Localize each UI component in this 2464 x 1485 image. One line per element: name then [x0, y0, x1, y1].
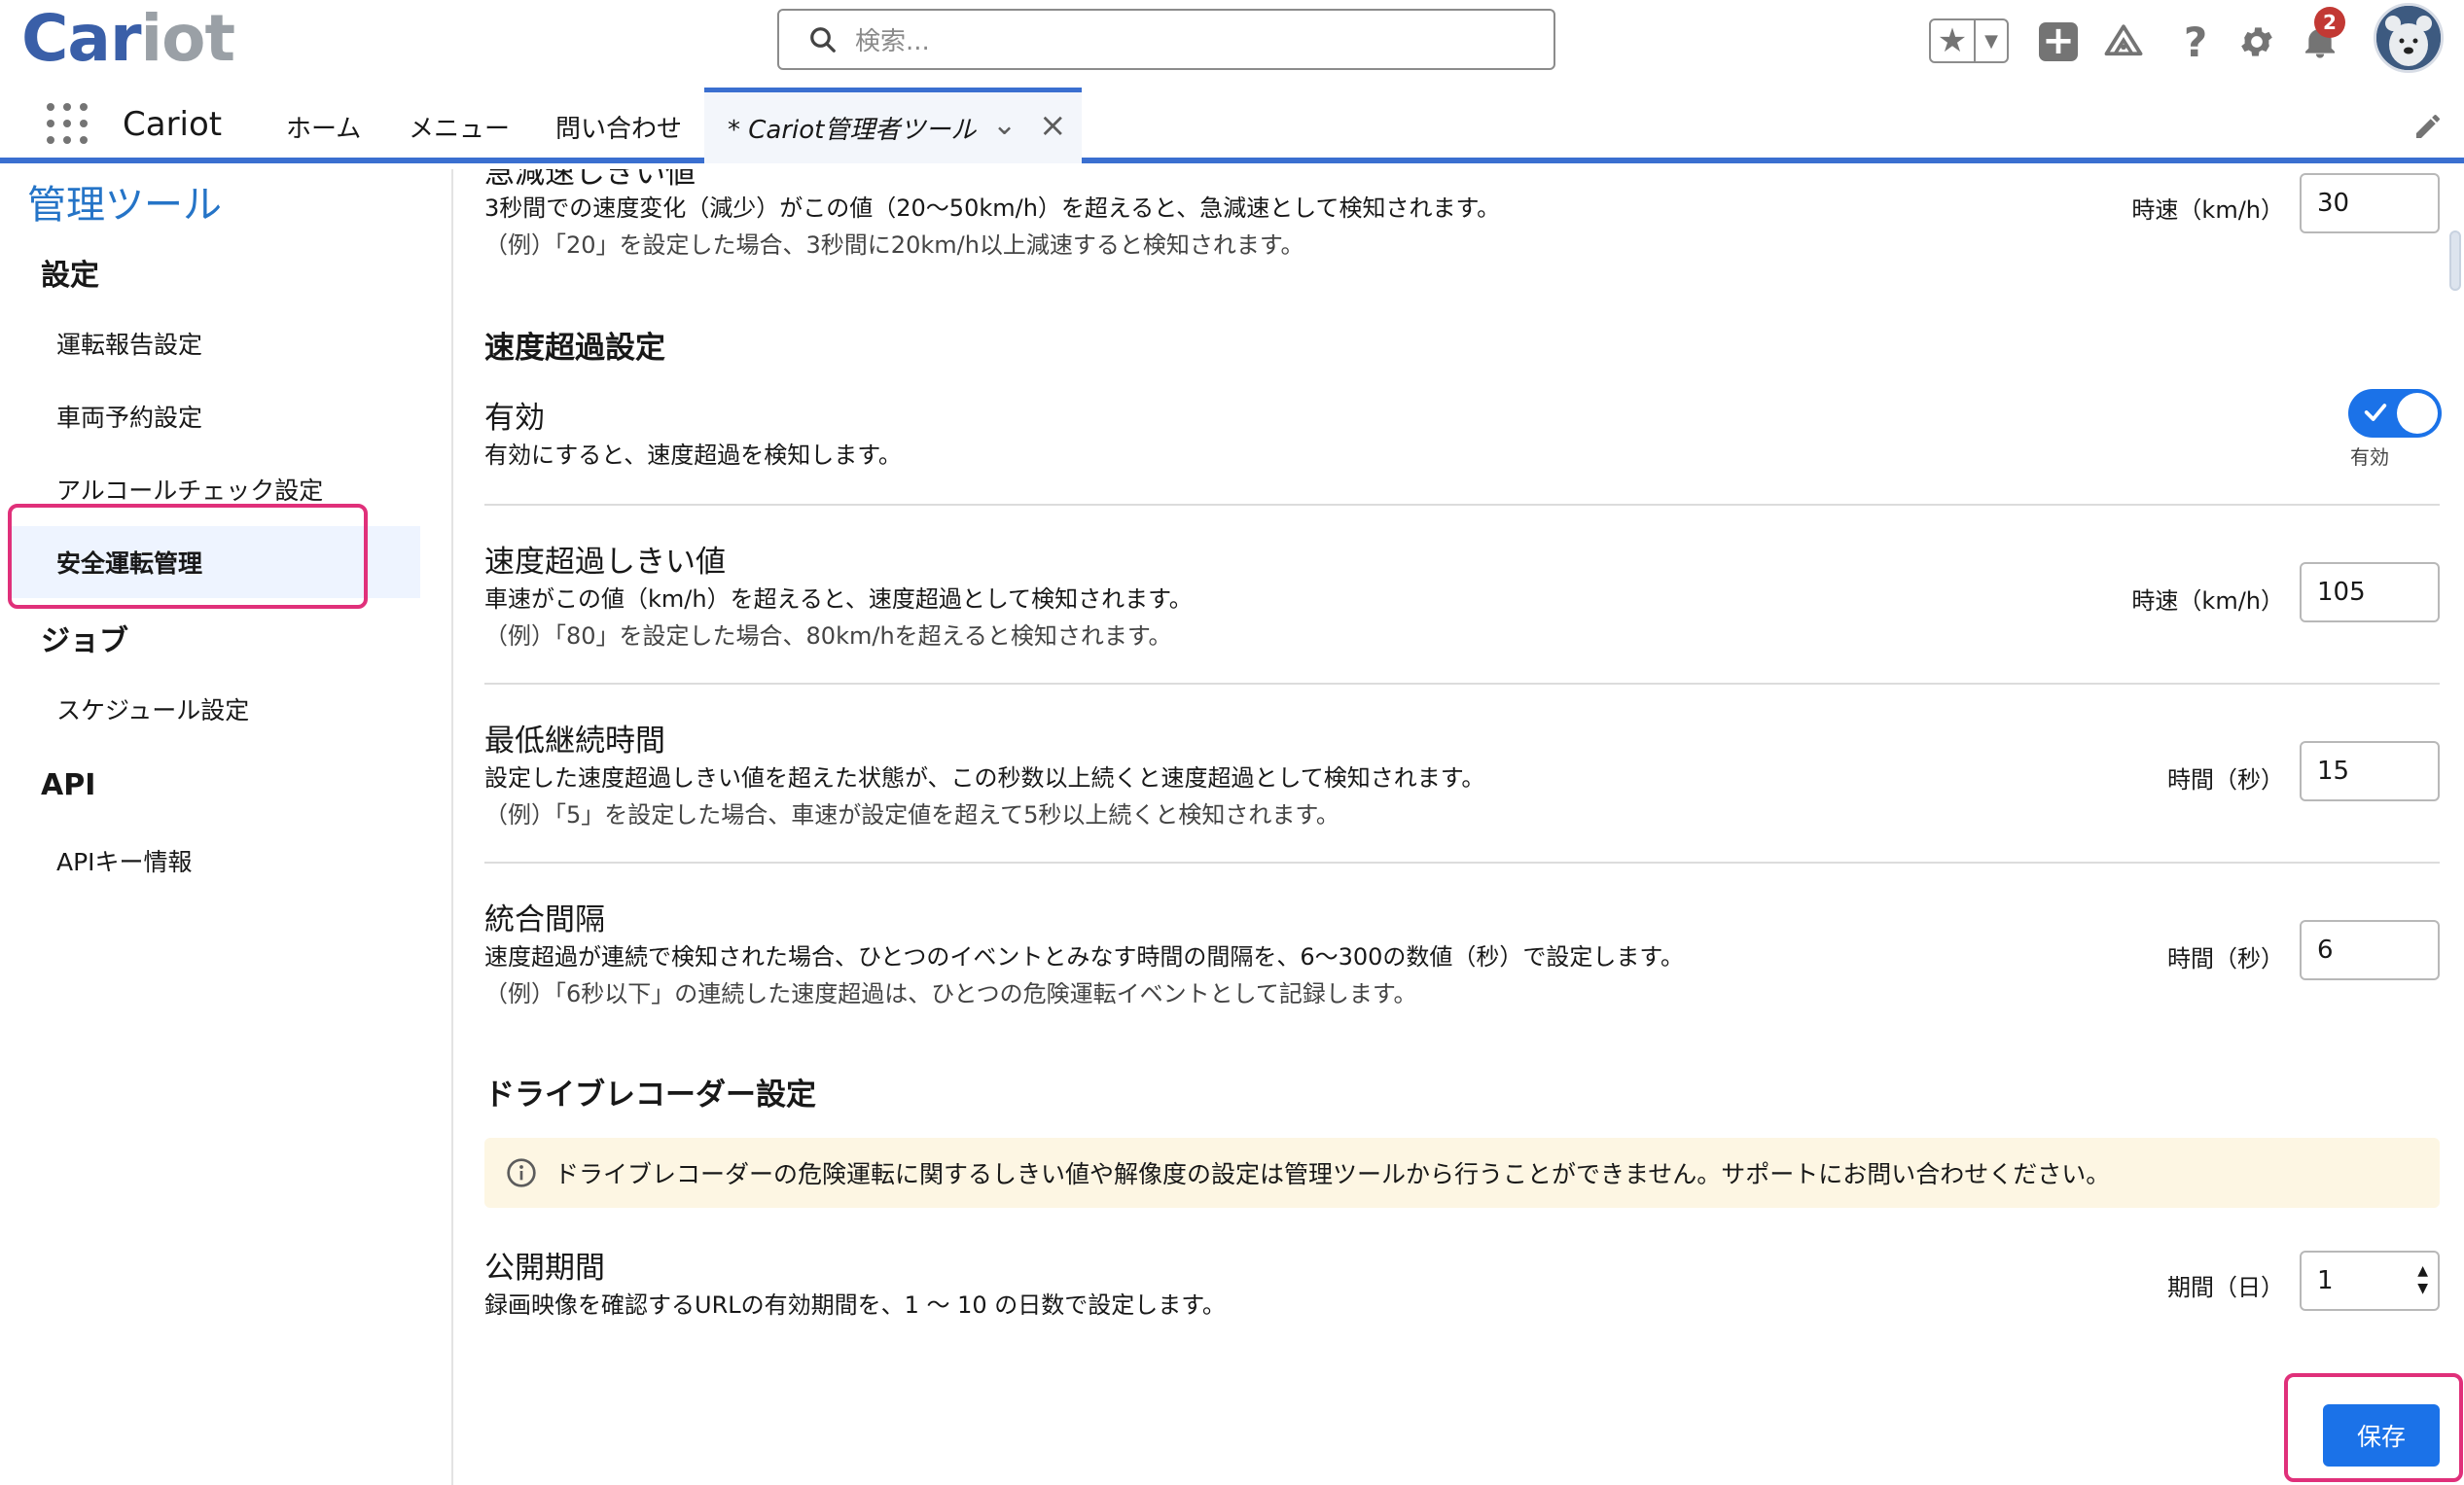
trailhead-button[interactable] — [2099, 18, 2148, 66]
bear-avatar-icon — [2376, 6, 2441, 70]
toggle-state-label: 有効 — [2350, 445, 2389, 469]
cariot-logo[interactable]: Car iot — [21, 1, 235, 76]
sidebar-title: 管理ツール — [27, 183, 222, 228]
star-icon[interactable]: ★ — [1931, 20, 1976, 61]
logo-text-part2: iot — [140, 0, 236, 76]
toggle-knob — [2397, 393, 2438, 434]
global-actions-button[interactable]: + — [2034, 18, 2083, 66]
sidebar-item-vehicle-reservation[interactable]: 車両予約設定 — [10, 380, 420, 452]
merge-interval-title: 統合間隔 — [484, 902, 605, 937]
favorites-dropdown-icon[interactable]: ▼ — [1976, 20, 2007, 61]
decel-threshold-example: （例）「20」を設定した場合、3秒間に20km/h以上減速すると検知されます。 — [484, 231, 1304, 259]
sidebar-item-label: 車両予約設定 — [56, 404, 203, 432]
min-duration-example: （例）「5」を設定した場合、車速が設定値を超えて5秒以上続くと検知されます。 — [484, 801, 1339, 829]
recorder-notice: ドライブレコーダーの危険運転に関するしきい値や解像度の設定は管理ツールから行うこ… — [484, 1138, 2440, 1208]
sidebar-item-label: APIキー情報 — [56, 848, 193, 876]
search-placeholder: 検索... — [855, 27, 930, 56]
trailhead-icon — [2104, 24, 2143, 56]
decel-threshold-title: 急減速しきい値 — [484, 169, 696, 191]
speeding-unit-label: 時速（km/h） — [2131, 587, 2284, 615]
min-duration-unit-label: 時間（秒） — [2167, 766, 2284, 794]
speeding-threshold-example: （例）「80」を設定した場合、80km/hを超えると検知されます。 — [484, 622, 1172, 650]
search-icon — [810, 26, 836, 53]
app-launcher-icon[interactable] — [47, 103, 88, 144]
gear-icon — [2241, 27, 2272, 56]
publish-period-value: 1 — [2317, 1266, 2334, 1295]
publish-period-unit-label: 期間（日） — [2167, 1274, 2284, 1301]
tab-cariot-admin-tool[interactable]: * Cariot管理者ツール ⌄ × — [704, 88, 1082, 163]
edit-nav-pencil-icon[interactable] — [2412, 111, 2444, 142]
setup-button[interactable] — [2232, 18, 2281, 66]
sidebar-item-schedule[interactable]: スケジュール設定 — [10, 673, 420, 745]
min-duration-input[interactable]: 15 — [2300, 741, 2440, 801]
sidebar-item-driving-report[interactable]: 運転報告設定 — [10, 307, 420, 379]
sidebar-section-jobs: ジョブ — [41, 624, 128, 658]
tab-menu[interactable]: メニュー — [409, 109, 510, 145]
recorder-notice-text: ドライブレコーダーの危険運転に関するしきい値や解像度の設定は管理ツールから行うこ… — [554, 1160, 2111, 1188]
logo-text-part1: Car — [21, 0, 142, 76]
global-header: Car iot 検索... ★ ▼ + ? 2 — [0, 0, 2464, 80]
sidebar-item-label: アルコールチェック設定 — [56, 477, 324, 505]
chevron-down-icon[interactable]: ⌄ — [992, 108, 1017, 142]
publish-period-input[interactable]: 1 ▲ ▼ — [2300, 1251, 2440, 1311]
tab-home[interactable]: ホーム — [286, 109, 361, 145]
speeding-threshold-value: 105 — [2317, 578, 2366, 607]
merge-interval-example: （例）「6秒以下」の連続した速度超過は、ひとつの危険運転イベントとして記録します… — [484, 980, 1417, 1008]
speeding-enabled-row: 有効 有効にすると、速度超過を検知します。 — [484, 393, 2440, 474]
tab-inquiries[interactable]: 問い合わせ — [555, 109, 682, 145]
check-icon — [2364, 404, 2387, 421]
sidebar-item-label: 運転報告設定 — [56, 331, 203, 359]
divider — [484, 504, 2440, 506]
decel-unit-label: 時速（km/h） — [2131, 196, 2284, 224]
divider — [484, 862, 2440, 864]
sidebar-item-safe-driving[interactable]: 安全運転管理 — [10, 526, 420, 598]
merge-interval-unit-label: 時間（秒） — [2167, 945, 2284, 972]
merge-interval-input[interactable]: 6 — [2300, 920, 2440, 980]
speeding-threshold-title: 速度超過しきい値 — [484, 545, 726, 580]
help-icon: ? — [2183, 18, 2208, 66]
global-search-input[interactable]: 検索... — [777, 9, 1555, 70]
speeding-enabled-toggle[interactable] — [2348, 389, 2442, 438]
close-tab-icon[interactable]: × — [1039, 106, 1067, 145]
sidebar-section-settings: 設定 — [41, 259, 99, 293]
info-icon — [507, 1158, 536, 1187]
sidebar-item-label: スケジュール設定 — [56, 696, 250, 725]
speeding-section-heading: 速度超過設定 — [484, 331, 665, 366]
scrollbar-thumb[interactable] — [2449, 230, 2461, 291]
plus-icon: + — [2039, 21, 2078, 61]
notification-badge: 2 — [2314, 7, 2345, 38]
user-avatar[interactable] — [2374, 3, 2444, 73]
settings-main-panel: 急減速しきい値 3秒間での速度変化（減少）がこの値（20〜50km/h）を超える… — [455, 169, 2464, 1485]
recorder-section-heading: ドライブレコーダー設定 — [484, 1078, 816, 1113]
speeding-enabled-desc: 有効にすると、速度超過を検知します。 — [484, 442, 902, 469]
number-stepper[interactable]: ▲ ▼ — [2417, 1262, 2428, 1297]
sidebar-item-label: 安全運転管理 — [56, 549, 203, 578]
help-button[interactable]: ? — [2171, 18, 2220, 66]
admin-sidebar: 管理ツール 設定 運転報告設定 車両予約設定 アルコールチェック設定 安全運転管… — [0, 169, 453, 1485]
min-duration-value: 15 — [2317, 757, 2350, 786]
speeding-enabled-title: 有効 — [484, 401, 545, 436]
app-nav-bar: Cariot ホーム メニュー 問い合わせ * Cariot管理者ツール ⌄ × — [0, 80, 2464, 163]
favorites-button[interactable]: ★ ▼ — [1929, 18, 2009, 63]
sidebar-section-api: API — [41, 768, 96, 802]
save-button[interactable]: 保存 — [2323, 1404, 2440, 1467]
speeding-threshold-input[interactable]: 105 — [2300, 562, 2440, 622]
min-duration-title: 最低継続時間 — [484, 724, 665, 759]
sidebar-item-alcohol-check[interactable]: アルコールチェック設定 — [10, 453, 420, 525]
active-tab-label: * Cariot管理者ツール — [728, 116, 977, 145]
decel-threshold-value: 30 — [2317, 189, 2350, 218]
app-name: Cariot — [123, 105, 223, 144]
decel-threshold-input[interactable]: 30 — [2300, 173, 2440, 233]
sidebar-item-api-key[interactable]: APIキー情報 — [10, 825, 420, 897]
merge-interval-value: 6 — [2317, 936, 2334, 965]
divider — [484, 683, 2440, 685]
